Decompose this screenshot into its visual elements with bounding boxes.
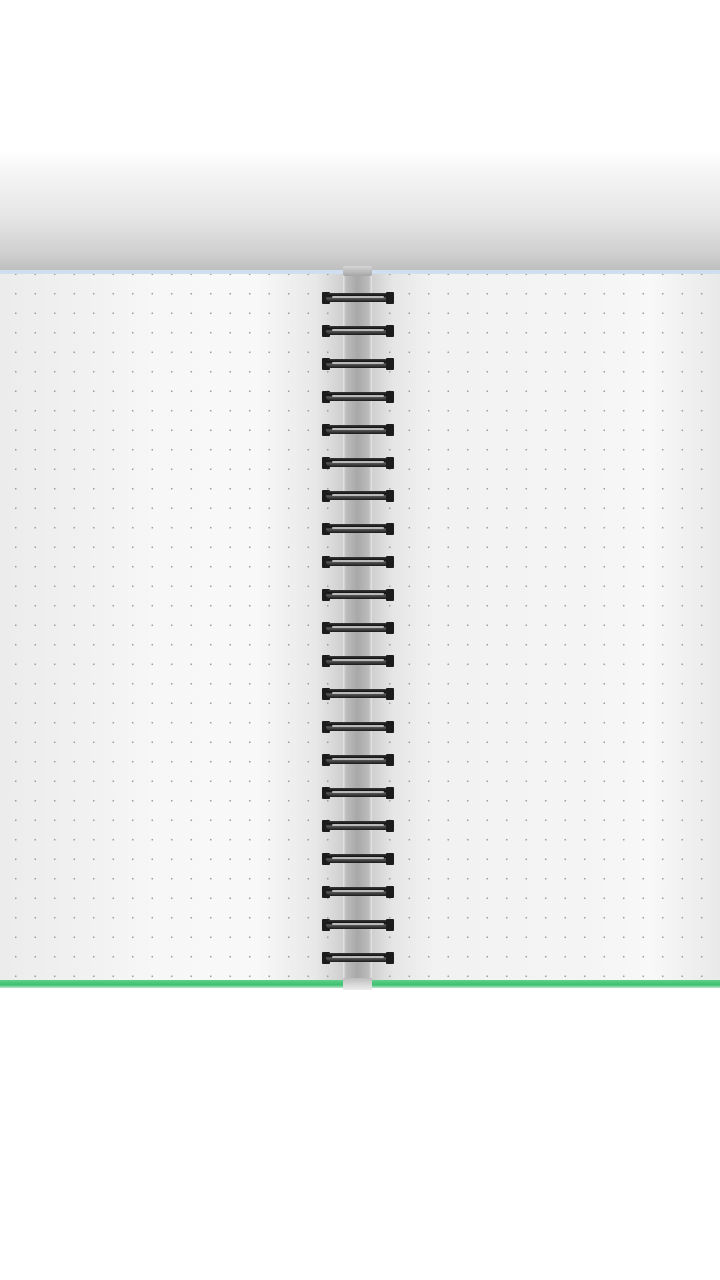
ring-hole-right xyxy=(386,292,394,304)
spiral-ring xyxy=(322,292,394,304)
ring-hole-right xyxy=(386,853,394,865)
ring-wire xyxy=(326,755,390,764)
ring-hole-right xyxy=(386,424,394,436)
ring-hole-right xyxy=(386,325,394,337)
ring-wire xyxy=(326,689,390,698)
ring-hole-right xyxy=(386,655,394,667)
spiral-ring xyxy=(322,358,394,370)
spiral-ring xyxy=(322,853,394,865)
spiral-ring xyxy=(322,424,394,436)
ring-wire xyxy=(326,524,390,533)
ring-hole-right xyxy=(386,787,394,799)
spiral-ring xyxy=(322,688,394,700)
ring-hole-right xyxy=(386,688,394,700)
ring-hole-right xyxy=(386,391,394,403)
ring-hole-right xyxy=(386,820,394,832)
right-page[interactable] xyxy=(372,274,720,980)
ring-hole-right xyxy=(386,358,394,370)
notebook-stage xyxy=(0,0,720,1280)
spiral-ring xyxy=(322,556,394,568)
spiral-ring xyxy=(322,655,394,667)
ring-hole-right xyxy=(386,721,394,733)
ring-wire xyxy=(326,953,390,962)
ring-hole-right xyxy=(386,556,394,568)
ring-hole-right xyxy=(386,490,394,502)
ring-hole-right xyxy=(386,952,394,964)
ring-wire xyxy=(326,656,390,665)
ring-wire xyxy=(326,491,390,500)
ring-hole-right xyxy=(386,589,394,601)
spiral-ring xyxy=(322,820,394,832)
ring-wire xyxy=(326,392,390,401)
ring-hole-right xyxy=(386,754,394,766)
spiral-binding xyxy=(322,0,394,1280)
spiral-ring xyxy=(322,952,394,964)
spiral-ring xyxy=(322,919,394,931)
ring-wire xyxy=(326,590,390,599)
ring-wire xyxy=(326,887,390,896)
ring-wire xyxy=(326,359,390,368)
ring-wire xyxy=(326,920,390,929)
ring-hole-right xyxy=(386,457,394,469)
spiral-ring xyxy=(322,457,394,469)
ring-hole-right xyxy=(386,886,394,898)
ring-wire xyxy=(326,821,390,830)
ring-wire xyxy=(326,425,390,434)
spiral-ring xyxy=(322,589,394,601)
spiral-ring xyxy=(322,523,394,535)
ring-hole-right xyxy=(386,622,394,634)
ring-wire xyxy=(326,326,390,335)
left-page-bottom-edge xyxy=(0,980,343,988)
spiral-ring xyxy=(322,622,394,634)
ring-hole-right xyxy=(386,919,394,931)
ring-wire xyxy=(326,293,390,302)
spiral-ring xyxy=(322,391,394,403)
spiral-ring xyxy=(322,721,394,733)
ring-hole-right xyxy=(386,523,394,535)
right-page-bottom-edge xyxy=(372,980,720,988)
spiral-ring xyxy=(322,787,394,799)
ring-wire xyxy=(326,788,390,797)
ring-wire xyxy=(326,722,390,731)
spiral-ring xyxy=(322,490,394,502)
ring-wire xyxy=(326,854,390,863)
spiral-ring xyxy=(322,754,394,766)
spiral-ring xyxy=(322,886,394,898)
ring-wire xyxy=(326,458,390,467)
ring-wire xyxy=(326,557,390,566)
left-page[interactable] xyxy=(0,274,343,980)
spiral-ring xyxy=(322,325,394,337)
ring-wire xyxy=(326,623,390,632)
